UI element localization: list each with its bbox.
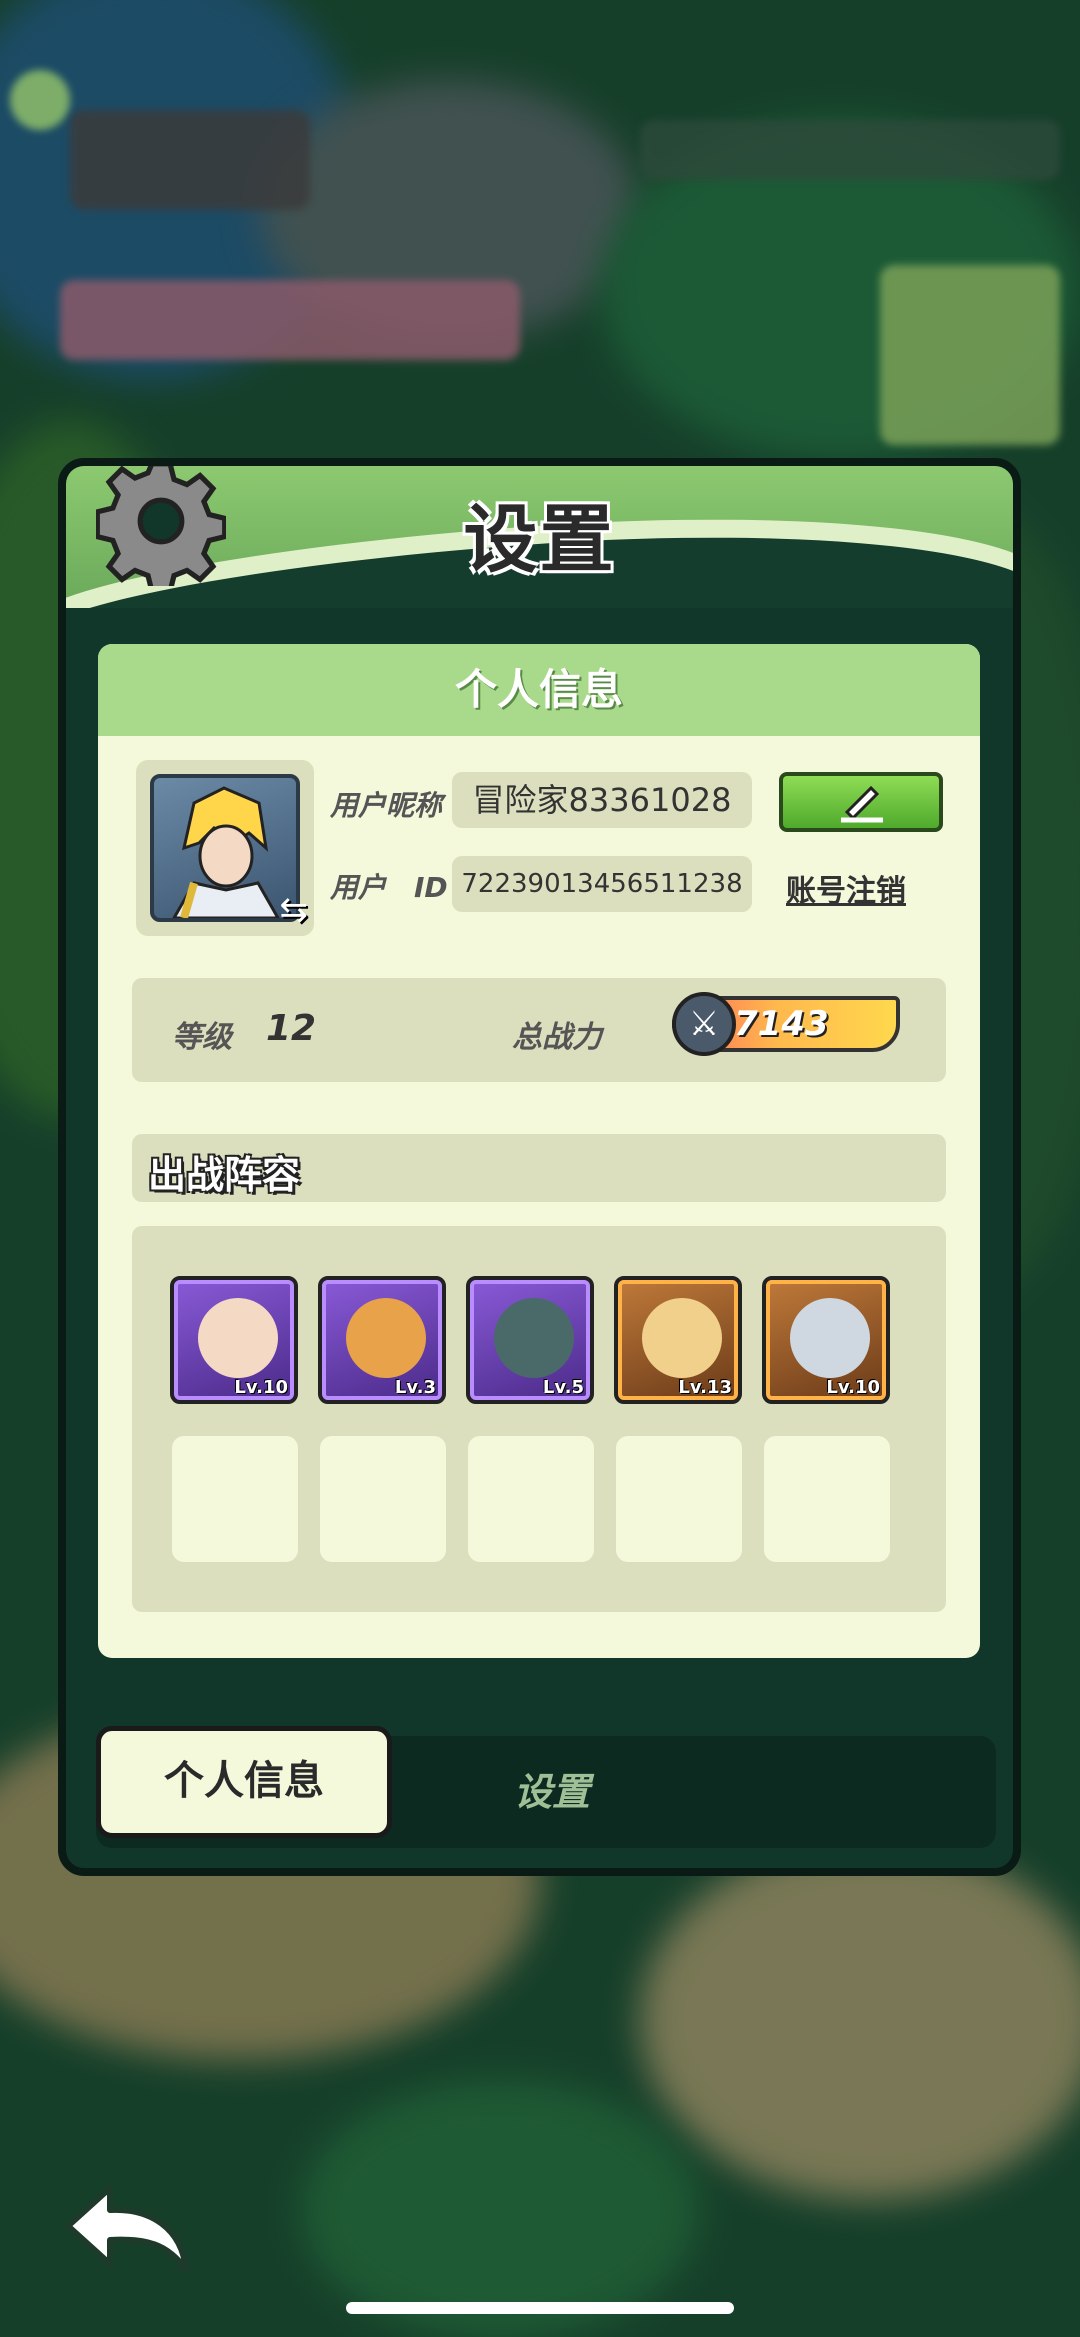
swap-icon: ⇆	[279, 890, 309, 930]
back-arrow-icon[interactable]	[58, 2178, 194, 2278]
cancel-account-link[interactable]: 账号注销	[786, 866, 906, 910]
hero-level: Lv.10	[234, 1377, 288, 1398]
empty-slot[interactable]	[320, 1436, 446, 1562]
dialog-title: 设置	[463, 497, 616, 583]
empty-slot[interactable]	[468, 1436, 594, 1562]
hero-card[interactable]: Lv.3	[318, 1276, 446, 1404]
lineup-header: 出战阵容	[132, 1134, 946, 1202]
stats-bar: 等级 12 总战力 ⚔ 7143	[132, 978, 946, 1082]
power-value: 7143	[734, 1004, 829, 1044]
power-badge: ⚔ 7143	[672, 992, 900, 1056]
hero-level: Lv.5	[542, 1377, 584, 1398]
personal-info-panel: 个人信息 ⇆ 用户昵称 冒险家83361028 用户 ID 7223901345…	[98, 644, 980, 1658]
hero-level: Lv.3	[394, 1377, 436, 1398]
home-indicator	[346, 2302, 734, 2314]
hero-card[interactable]: Lv.10	[170, 1276, 298, 1404]
hero-level: Lv.13	[678, 1377, 732, 1398]
avatar-image	[150, 774, 300, 922]
nickname-field: 冒险家83361028	[452, 772, 752, 828]
hero-level: Lv.10	[826, 1377, 880, 1398]
panel-title: 个人信息	[98, 644, 980, 736]
level-value: 12	[266, 1008, 317, 1049]
crossed-swords-icon: ⚔	[672, 992, 736, 1056]
pencil-icon	[841, 785, 883, 823]
user-id-field: 72239013456511238	[452, 856, 752, 912]
hero-card[interactable]: Lv.5	[466, 1276, 594, 1404]
level-label: 等级	[172, 1020, 232, 1055]
hero-card[interactable]: Lv.13	[614, 1276, 742, 1404]
nickname-label: 用户昵称	[330, 789, 443, 822]
avatar[interactable]: ⇆	[136, 760, 314, 936]
user-id-label: 用户 ID	[330, 871, 448, 904]
empty-slot[interactable]	[616, 1436, 742, 1562]
lineup-title: 出战阵容	[148, 1153, 301, 1197]
dialog-header: 设置	[66, 466, 1013, 608]
tab-bar: 个人信息 设置	[96, 1726, 996, 1848]
settings-dialog: 设置 个人信息 ⇆ 用户昵称 冒险家83361028 用户 ID 7223901…	[58, 458, 1021, 1876]
empty-slot[interactable]	[172, 1436, 298, 1562]
hero-card[interactable]: Lv.10	[762, 1276, 890, 1404]
lineup-grid: Lv.10 Lv.3 Lv.5 Lv.13 Lv.10	[132, 1226, 946, 1612]
power-label: 总战力	[512, 1020, 602, 1055]
tab-settings[interactable]: 设置	[514, 1736, 590, 1848]
tab-personal-info[interactable]: 个人信息	[96, 1726, 392, 1838]
edit-nickname-button[interactable]	[779, 772, 943, 832]
empty-slot[interactable]	[764, 1436, 890, 1562]
